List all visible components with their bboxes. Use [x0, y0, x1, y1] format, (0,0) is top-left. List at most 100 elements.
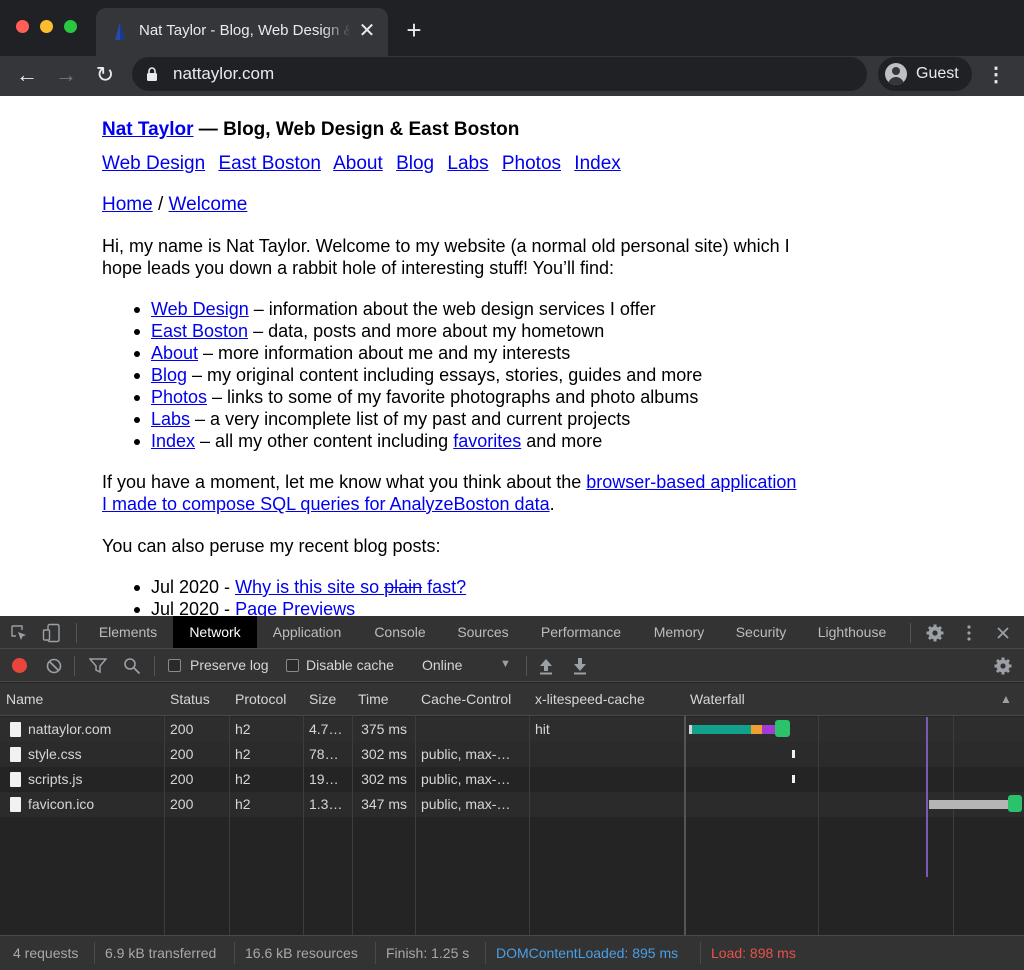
request-status: 200: [170, 771, 194, 787]
request-time: 375 ms: [361, 721, 407, 737]
back-arrow-icon[interactable]: ←: [12, 60, 42, 90]
request-litespeed-cache: [529, 792, 684, 817]
settings-gear-icon[interactable]: [926, 624, 944, 642]
tab-security[interactable]: Security: [726, 616, 796, 648]
column-header-time[interactable]: Time: [352, 683, 415, 716]
section-link-photos[interactable]: Photos: [151, 387, 207, 407]
column-header-waterfall[interactable]: Waterfall: [684, 683, 984, 716]
tab-sources[interactable]: Sources: [446, 616, 520, 648]
export-har-icon[interactable]: [572, 657, 588, 675]
tab-console[interactable]: Console: [362, 616, 438, 648]
request-cache-control: [415, 717, 529, 742]
waterfall-waiting-bar: [692, 725, 751, 734]
nav-link-photos[interactable]: Photos: [502, 153, 561, 174]
preserve-log-checkbox[interactable]: [168, 659, 181, 672]
tab-title-fade: [322, 18, 352, 44]
request-name[interactable]: nattaylor.com: [22, 717, 164, 742]
request-name[interactable]: favicon.ico: [22, 792, 164, 817]
request-name[interactable]: style.css: [22, 742, 164, 767]
minimize-window-button[interactable]: [40, 20, 53, 33]
request-protocol: h2: [235, 796, 251, 812]
tab-lighthouse[interactable]: Lighthouse: [806, 616, 898, 648]
inspect-element-icon[interactable]: [10, 624, 28, 642]
devtools-more-menu-icon[interactable]: [962, 624, 976, 642]
section-link-labs[interactable]: Labs: [151, 409, 190, 429]
post-title-part: Why is this site so: [235, 577, 385, 597]
nav-link-blog[interactable]: Blog: [396, 153, 434, 174]
tab-performance[interactable]: Performance: [530, 616, 632, 648]
clear-icon[interactable]: [45, 657, 63, 675]
breadcrumb-current-link[interactable]: Welcome: [169, 194, 248, 215]
nav-link-labs[interactable]: Labs: [447, 153, 488, 174]
network-settings-gear-icon[interactable]: [994, 657, 1012, 675]
record-button[interactable]: [12, 658, 27, 673]
section-link-index[interactable]: Index: [151, 431, 195, 451]
close-devtools-icon[interactable]: [995, 625, 1011, 641]
column-header-status[interactable]: Status: [164, 683, 229, 716]
section-link-blog[interactable]: Blog: [151, 365, 187, 385]
post-date: Jul 2020 -: [151, 577, 236, 597]
breadcrumb-separator: /: [152, 194, 169, 215]
section-description: – more information about me and my inter…: [198, 343, 571, 363]
browser-menu-icon[interactable]: ⋮: [984, 60, 1008, 90]
column-header-name[interactable]: Name: [0, 683, 164, 716]
request-name[interactable]: scripts.js: [22, 767, 164, 792]
script-file-icon: [10, 772, 21, 787]
browser-tab-active[interactable]: Nat Taylor - Blog, Web Design & East Bos…: [96, 8, 388, 56]
devtools-tab-bar: Elements Network Application Console Sou…: [0, 616, 1024, 649]
throttling-select[interactable]: Online ▼: [414, 655, 518, 677]
nav-link-east-boston[interactable]: East Boston: [218, 153, 320, 174]
column-header-x-litespeed-cache[interactable]: x-litespeed-cache: [529, 683, 684, 716]
favorites-link[interactable]: favorites: [453, 431, 521, 451]
new-tab-button[interactable]: +: [402, 16, 426, 44]
tab-elements[interactable]: Elements: [88, 616, 168, 648]
profile-label: Guest: [916, 65, 959, 82]
tab-application[interactable]: Application: [262, 616, 352, 648]
request-cache-control: public, max-…: [421, 746, 511, 762]
disable-cache-label[interactable]: Disable cache: [306, 657, 394, 673]
search-icon[interactable]: [123, 657, 141, 675]
column-header-protocol[interactable]: Protocol: [229, 683, 303, 716]
waterfall-bar: [792, 775, 795, 783]
device-toolbar-icon[interactable]: [42, 623, 62, 643]
filter-icon[interactable]: [89, 658, 107, 674]
disable-cache-checkbox[interactable]: [286, 659, 299, 672]
section-link-east-boston[interactable]: East Boston: [151, 321, 248, 341]
summary-divider: [485, 942, 486, 964]
home-title-link[interactable]: Nat Taylor: [102, 119, 194, 140]
section-link-web-design[interactable]: Web Design: [151, 299, 249, 319]
nav-link-about[interactable]: About: [333, 153, 383, 174]
tab-network[interactable]: Network: [173, 616, 257, 648]
waterfall-connect-bar: [751, 725, 762, 734]
request-litespeed-cache: [529, 767, 684, 792]
forward-arrow-icon[interactable]: →: [51, 60, 81, 90]
network-summary-bar: 4 requests 6.9 kB transferred 16.6 kB re…: [0, 935, 1024, 970]
breadcrumb-home-link[interactable]: Home: [102, 194, 153, 215]
address-bar[interactable]: nattaylor.com: [132, 57, 867, 91]
tab-memory[interactable]: Memory: [643, 616, 715, 648]
guest-avatar-icon: [885, 63, 907, 85]
post-title-strike: plain: [384, 577, 423, 597]
section-link-about[interactable]: About: [151, 343, 198, 363]
site-favicon-icon: [115, 22, 125, 40]
feedback-period: .: [549, 494, 555, 514]
document-file-icon: [10, 722, 21, 737]
maximize-window-button[interactable]: [64, 20, 77, 33]
url-text[interactable]: nattaylor.com: [173, 64, 274, 84]
sort-ascending-icon[interactable]: ▲: [994, 683, 1014, 716]
summary-dom-content-loaded: DOMContentLoaded: 895 ms: [496, 945, 679, 961]
post-link-page-previews[interactable]: Page Previews: [235, 599, 355, 616]
tab-close-icon[interactable]: ✕: [356, 18, 378, 44]
nav-link-web-design[interactable]: Web Design: [102, 153, 205, 174]
column-header-size[interactable]: Size: [303, 683, 352, 716]
column-header-cache-control[interactable]: Cache-Control: [415, 683, 529, 716]
preserve-log-label[interactable]: Preserve log: [190, 657, 269, 673]
profile-button[interactable]: Guest: [878, 57, 972, 91]
close-window-button[interactable]: [16, 20, 29, 33]
browser-toolbar: ← → ↻ nattaylor.com Guest ⋮: [0, 56, 1024, 96]
import-har-icon[interactable]: [538, 657, 554, 675]
nav-link-index[interactable]: Index: [574, 153, 620, 174]
list-item: About – more information about me and my…: [133, 342, 702, 364]
reload-icon[interactable]: ↻: [90, 60, 120, 90]
post-link-site-fast[interactable]: Why is this site so plain fast?: [235, 577, 466, 597]
